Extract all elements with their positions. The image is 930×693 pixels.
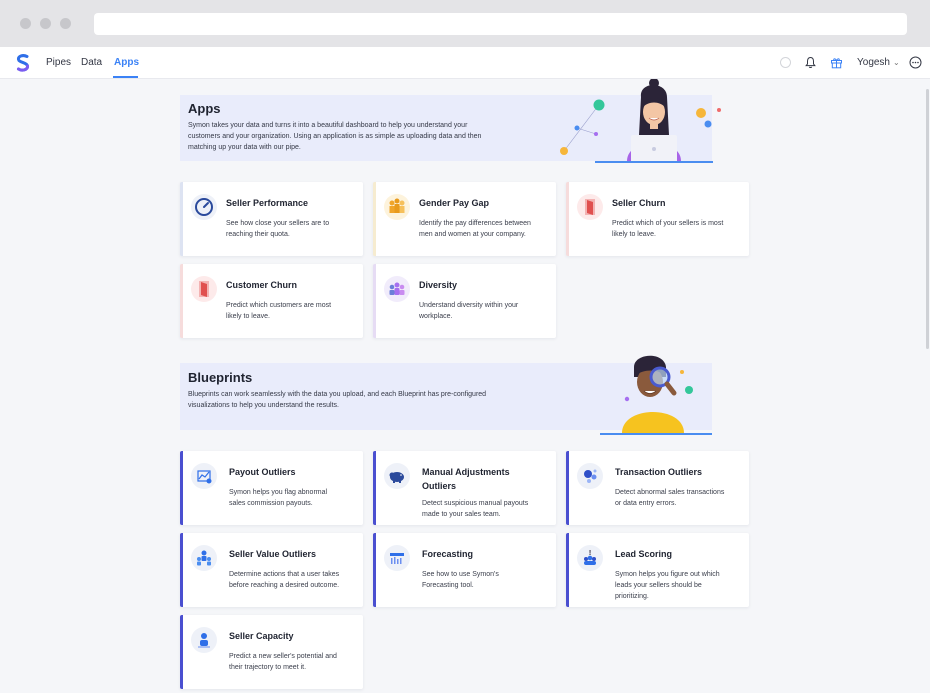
card-title: Seller Value Outliers bbox=[229, 549, 317, 559]
card-description: men and women at your company. bbox=[419, 231, 526, 238]
scrollbar[interactable] bbox=[926, 89, 929, 349]
bell-icon[interactable] bbox=[804, 56, 817, 69]
card-description: Detect suspicious manual payouts bbox=[422, 500, 529, 507]
browser-chrome bbox=[0, 0, 930, 47]
card-description: likely to leave. bbox=[612, 231, 656, 238]
apps-description-line: customers and your organization. Using a… bbox=[188, 133, 482, 140]
nav-link-data[interactable]: Data bbox=[81, 57, 102, 68]
card-description: their trajectory to meet it. bbox=[229, 664, 307, 671]
piggy-bank-icon bbox=[384, 463, 410, 489]
card-description: Forecasting tool. bbox=[422, 582, 474, 589]
blueprints-description-line: Blueprints can work seamlessly with the … bbox=[188, 391, 487, 398]
forecast-chart-icon bbox=[384, 545, 410, 571]
card-title: Customer Churn bbox=[226, 280, 298, 290]
payout-chart-icon bbox=[191, 463, 217, 489]
card-description: Identify the pay differences between bbox=[419, 220, 531, 227]
card-description: made to your sales team. bbox=[422, 511, 501, 518]
team-icon bbox=[191, 545, 217, 571]
status-circle-icon[interactable] bbox=[779, 56, 792, 69]
blueprint-card-payout-outliers[interactable]: Payout Outliers Symon helps you flag abn… bbox=[180, 451, 363, 525]
card-title: Seller Churn bbox=[612, 198, 666, 208]
apps-description-line: Symon takes your data and turns it into … bbox=[188, 122, 468, 129]
alert-people-icon: ! bbox=[577, 545, 603, 571]
card-description: Symon helps you flag abnormal bbox=[229, 489, 328, 496]
app-card-seller-churn[interactable]: Seller Churn Predict which of your selle… bbox=[566, 182, 749, 256]
scatter-dots-icon bbox=[577, 463, 603, 489]
card-description: See how to use Symon's bbox=[422, 571, 499, 578]
window-maximize-dot[interactable] bbox=[60, 18, 71, 29]
woman-laptop-illustration bbox=[560, 79, 721, 163]
card-title: Outliers bbox=[422, 481, 457, 491]
app-card-seller-performance[interactable]: Seller Performance See how close your se… bbox=[180, 182, 363, 256]
active-tab-indicator bbox=[113, 76, 138, 78]
card-title: Transaction Outliers bbox=[615, 467, 703, 477]
card-description: leads your sellers should be bbox=[615, 582, 702, 589]
person-chart-icon bbox=[191, 627, 217, 653]
blueprints-title: Blueprints bbox=[188, 370, 253, 385]
card-title: Manual Adjustments bbox=[422, 467, 510, 477]
blueprint-card-transaction-outliers[interactable]: Transaction Outliers Detect abnormal sal… bbox=[566, 451, 749, 525]
chat-icon[interactable] bbox=[909, 56, 922, 69]
card-title: Payout Outliers bbox=[229, 467, 296, 477]
card-description: likely to leave. bbox=[226, 313, 270, 320]
man-magnifier-illustration bbox=[600, 355, 712, 435]
blueprint-card-forecasting[interactable]: Forecasting See how to use Symon's Forec… bbox=[373, 533, 556, 607]
window-minimize-dot[interactable] bbox=[40, 18, 51, 29]
card-description: Predict which customers are most bbox=[226, 302, 332, 309]
gift-icon[interactable] bbox=[830, 56, 843, 69]
card-description: Predict which of your sellers is most bbox=[612, 220, 724, 227]
app-card-customer-churn[interactable]: Customer Churn Predict which customers a… bbox=[180, 264, 363, 338]
card-description: See how close your sellers are to bbox=[226, 220, 330, 227]
diverse-people-icon bbox=[384, 276, 410, 302]
blueprint-card-manual-adjustments-outliers[interactable]: Manual Adjustments Outliers Detect suspi… bbox=[373, 451, 556, 525]
nav-link-pipes[interactable]: Pipes bbox=[46, 57, 71, 68]
exit-door-icon bbox=[191, 276, 217, 302]
apps-title: Apps bbox=[188, 101, 221, 116]
symon-logo-icon[interactable] bbox=[16, 54, 30, 72]
card-title: Lead Scoring bbox=[615, 549, 673, 559]
card-description: workplace. bbox=[419, 313, 453, 320]
card-description: or data entry errors. bbox=[615, 500, 677, 507]
card-title: Gender Pay Gap bbox=[419, 198, 490, 208]
url-bar[interactable] bbox=[94, 13, 907, 35]
blueprints-description-line: visualizations to help you understand th… bbox=[188, 402, 339, 409]
card-description: Determine actions that a user takes bbox=[229, 571, 340, 578]
apps-description-line: matching up your data with our pipe. bbox=[188, 144, 301, 151]
gauge-icon bbox=[191, 194, 217, 220]
nav-link-apps[interactable]: Apps bbox=[114, 57, 139, 68]
top-nav: Pipes Data Apps Yogesh ⌄ bbox=[0, 47, 930, 79]
main-content[interactable]: Apps Symon takes your data and turns it … bbox=[0, 79, 930, 693]
card-description: before reaching a desired outcome. bbox=[229, 582, 340, 589]
card-description: Predict a new seller's potential and bbox=[229, 653, 337, 660]
blueprint-card-lead-scoring[interactable]: ! Lead Scoring Symon helps you figure ou… bbox=[566, 533, 749, 607]
card-description: reaching their quota. bbox=[226, 231, 290, 238]
people-coins-icon bbox=[384, 194, 410, 220]
blueprint-card-seller-value-outliers[interactable]: Seller Value Outliers Determine actions … bbox=[180, 533, 363, 607]
app-card-gender-pay-gap[interactable]: Gender Pay Gap Identify the pay differen… bbox=[373, 182, 556, 256]
app-card-diversity[interactable]: Diversity Understand diversity within yo… bbox=[373, 264, 556, 338]
card-description: sales commission payouts. bbox=[229, 500, 313, 507]
exit-door-icon bbox=[577, 194, 603, 220]
user-menu[interactable]: Yogesh bbox=[857, 57, 890, 68]
blueprint-card-seller-capacity[interactable]: Seller Capacity Predict a new seller's p… bbox=[180, 615, 363, 689]
chevron-down-icon[interactable]: ⌄ bbox=[893, 58, 900, 67]
window-close-dot[interactable] bbox=[20, 18, 31, 29]
card-description: Understand diversity within your bbox=[419, 302, 519, 309]
card-title: Seller Capacity bbox=[229, 631, 294, 641]
card-description: prioritizing. bbox=[615, 593, 649, 600]
card-description: Symon helps you figure out which bbox=[615, 571, 720, 578]
card-description: Detect abnormal sales transactions bbox=[615, 489, 725, 496]
card-title: Forecasting bbox=[422, 549, 474, 559]
card-title: Seller Performance bbox=[226, 198, 309, 208]
card-title: Diversity bbox=[419, 280, 458, 290]
